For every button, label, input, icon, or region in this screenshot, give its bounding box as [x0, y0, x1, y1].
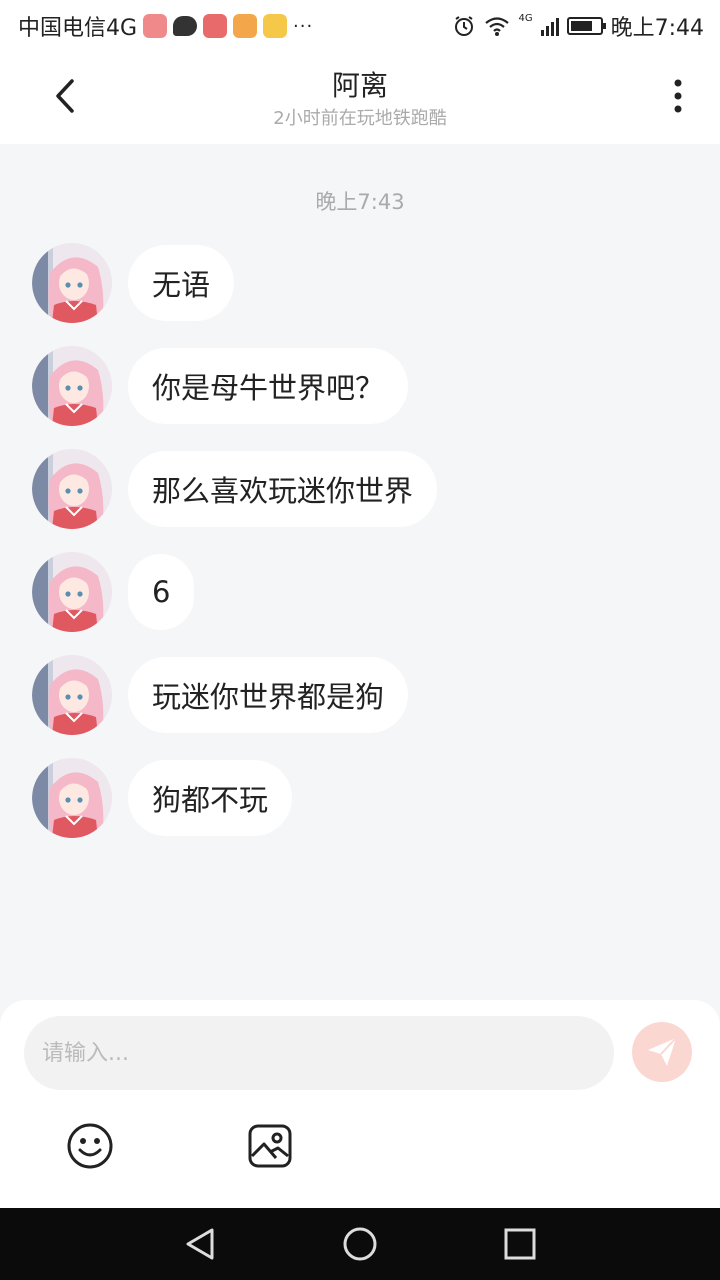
message-input[interactable]: [24, 1016, 614, 1090]
message-bubble[interactable]: 玩迷你世界都是狗: [128, 657, 409, 733]
contact-status: 2小时前在玩地铁跑酷: [273, 108, 447, 129]
video-icon: [233, 14, 258, 38]
avatar[interactable]: [32, 346, 112, 426]
image-icon: [248, 1124, 292, 1168]
message-row: 那么喜欢玩迷你世界: [32, 449, 438, 529]
avatar[interactable]: [32, 552, 112, 632]
nav-back-button[interactable]: [182, 1226, 218, 1262]
navigation-bar: [0, 1208, 720, 1280]
battery-icon: [566, 17, 606, 35]
network-type-badge: 4G: [518, 12, 533, 24]
carrier-label: 中国电信4G: [18, 16, 138, 41]
more-notifications-icon: ···: [293, 15, 314, 37]
message-bubble[interactable]: 6: [128, 554, 195, 630]
avatar[interactable]: [32, 449, 112, 529]
message-bubble[interactable]: 那么喜欢玩迷你世界: [128, 451, 438, 527]
message-row: 玩迷你世界都是狗: [32, 655, 409, 735]
message-row: 无语: [32, 243, 235, 323]
image-button[interactable]: [246, 1122, 294, 1170]
message-row: 6: [32, 552, 195, 632]
message-bubble[interactable]: 你是母牛世界吧？: [128, 348, 409, 424]
more-options-button[interactable]: [658, 68, 698, 124]
circle-home-icon: [343, 1227, 377, 1261]
avatar[interactable]: [32, 758, 112, 838]
signal-icon: [540, 16, 559, 36]
alarm-icon: [455, 16, 474, 36]
shop-icon: [143, 14, 168, 38]
message-bubble[interactable]: 无语: [128, 245, 235, 321]
send-button[interactable]: [632, 1022, 692, 1082]
wifi-icon: [485, 17, 510, 36]
message-row: 你是母牛世界吧？: [32, 346, 409, 426]
nav-home-button[interactable]: [342, 1226, 378, 1262]
more-vertical-icon: [674, 79, 682, 113]
clock: 晚上7:44: [610, 16, 704, 41]
emoji-button[interactable]: [66, 1122, 114, 1170]
chat-icon: [173, 16, 198, 36]
smiley-icon: [67, 1123, 113, 1169]
status-bar: 中国电信4G ··· 4G 晚上7:44: [0, 0, 720, 50]
square-recents-icon: [504, 1228, 536, 1260]
nav-recents-button[interactable]: [502, 1226, 538, 1262]
message-row: 狗都不玩: [32, 758, 293, 838]
avatar[interactable]: [32, 655, 112, 735]
avatar[interactable]: [32, 243, 112, 323]
contact-name: 阿离: [331, 69, 388, 102]
send-icon: [648, 1037, 677, 1066]
notes-icon: [263, 14, 288, 38]
chat-header: 阿离 2小时前在玩地铁跑酷: [0, 50, 720, 144]
message-bubble[interactable]: 狗都不玩: [128, 760, 293, 836]
input-panel: [0, 1000, 720, 1208]
sg-app-icon: [203, 14, 228, 38]
time-separator: 晚上7:43: [315, 190, 405, 214]
triangle-back-icon: [186, 1228, 214, 1260]
